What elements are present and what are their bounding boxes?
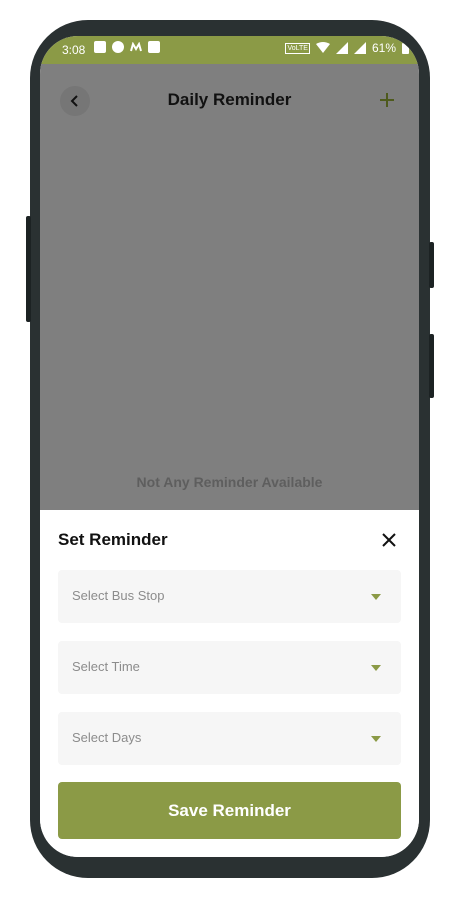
caret-down-icon [371, 665, 381, 671]
signal-icon [335, 42, 348, 54]
time-select[interactable]: Select Time [58, 641, 401, 694]
battery-level: 61% [371, 41, 396, 55]
caret-down-icon [371, 736, 381, 742]
signal-icon [353, 42, 366, 54]
close-button[interactable] [379, 530, 399, 550]
add-reminder-button[interactable] [375, 86, 399, 114]
status-bar: 3:08 VoLTE 61% [40, 36, 419, 64]
sim-icon [94, 41, 106, 53]
status-icons-right: VoLTE 61% [285, 41, 409, 55]
sheet-title: Set Reminder [58, 530, 168, 549]
phone-power-button [429, 242, 434, 288]
battery-icon [402, 42, 409, 54]
m-icon [130, 42, 142, 52]
page-title: Daily Reminder [167, 90, 292, 109]
days-select[interactable]: Select Days [58, 712, 401, 765]
set-reminder-sheet: Set Reminder Select Bus Stop Select Time… [40, 510, 419, 857]
plus-icon [380, 93, 394, 107]
phone-volume-button [429, 334, 434, 398]
volte-icon: VoLTE [285, 42, 310, 54]
empty-state-message: Not Any Reminder Available [136, 474, 323, 490]
time-placeholder: Select Time [72, 659, 140, 674]
phone-side-button [26, 216, 31, 322]
save-reminder-button[interactable]: Save Reminder [58, 782, 401, 839]
bus-stop-select[interactable]: Select Bus Stop [58, 570, 401, 623]
caret-down-icon [371, 594, 381, 600]
app-content-dimmed: Daily Reminder Not Any Reminder Availabl… [40, 64, 419, 510]
days-placeholder: Select Days [72, 730, 142, 745]
app-icon [112, 41, 124, 53]
close-icon [382, 533, 396, 547]
screen: 3:08 VoLTE 61% Daily Reminder Not Any Re… [40, 36, 419, 857]
status-icons-left [94, 41, 160, 53]
status-time: 3:08 [62, 43, 86, 57]
image-icon [148, 41, 160, 53]
bus-stop-placeholder: Select Bus Stop [72, 588, 165, 603]
wifi-icon [315, 42, 330, 53]
